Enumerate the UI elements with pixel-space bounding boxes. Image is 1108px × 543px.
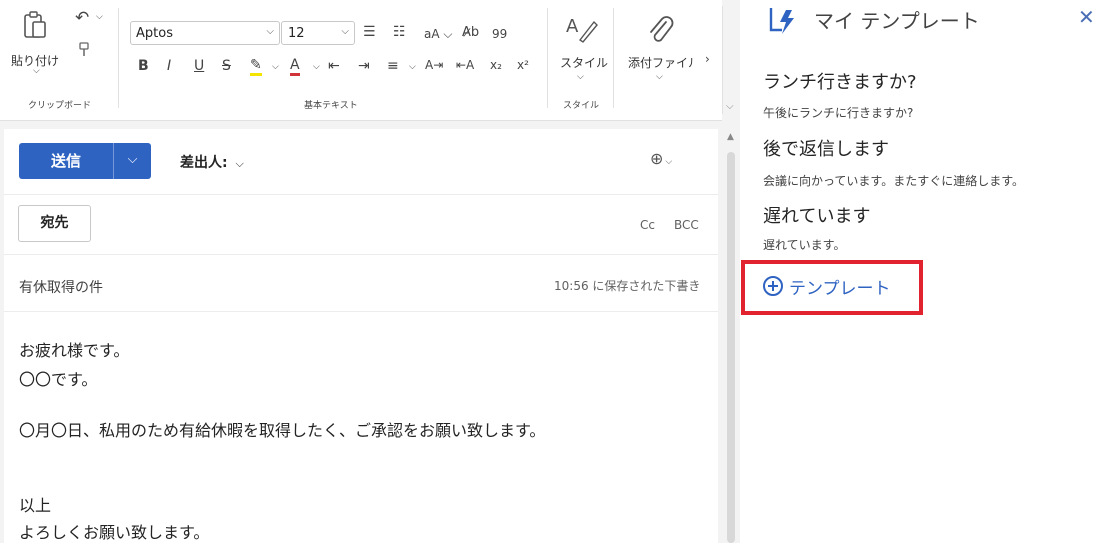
ribbon-scrollbar[interactable]: ⌵ bbox=[722, 6, 738, 114]
basic-text-group-label: 基本テキスト bbox=[304, 101, 358, 111]
align-icon[interactable]: ≡ bbox=[387, 58, 399, 74]
send-button[interactable]: 送信 bbox=[19, 143, 113, 179]
chevron-down-icon: ⌵ bbox=[665, 157, 673, 167]
font-size-select[interactable]: 12 ⌵ bbox=[281, 21, 355, 45]
from-label: 差出人: bbox=[180, 155, 228, 171]
message-body-line[interactable]: よろしくお願い致します。 bbox=[19, 519, 209, 543]
ribbon-separator bbox=[547, 8, 548, 108]
font-size-value: 12 bbox=[288, 26, 305, 41]
chevron-down-icon: ⌵ bbox=[341, 26, 349, 37]
compose-panel bbox=[4, 129, 718, 543]
highlight-annotation-box bbox=[741, 260, 923, 315]
zoom-button[interactable]: ⊕ ⌵ bbox=[650, 149, 672, 168]
chevron-down-icon: ⌵ bbox=[235, 157, 244, 170]
superscript-icon[interactable]: x² bbox=[517, 58, 529, 72]
subject-field[interactable]: 有休取得の件 bbox=[19, 277, 103, 297]
bcc-button[interactable]: BCC bbox=[674, 218, 699, 232]
bold-icon[interactable]: B bbox=[138, 58, 149, 74]
message-body-line[interactable]: 〇〇です。 bbox=[19, 366, 97, 390]
format-painter-icon[interactable] bbox=[78, 42, 90, 58]
ribbon-more-icon[interactable]: › bbox=[705, 52, 710, 66]
send-options-chevron-icon[interactable]: ⌵ bbox=[113, 143, 151, 179]
styles-chevron-icon[interactable]: ⌵ bbox=[577, 72, 584, 82]
svg-text:A: A bbox=[566, 16, 579, 37]
quote-count-label[interactable]: 99 bbox=[492, 27, 507, 41]
styles-button-label[interactable]: スタイル bbox=[560, 54, 608, 71]
scroll-up-icon[interactable]: ▲ bbox=[727, 132, 734, 142]
templates-lightning-icon bbox=[769, 8, 794, 34]
paperclip-icon[interactable] bbox=[645, 14, 675, 46]
ribbon-collapse-icon[interactable]: ⌵ bbox=[726, 101, 734, 112]
zoom-icon: ⊕ bbox=[650, 149, 664, 168]
divider bbox=[4, 194, 718, 195]
align-chevron-icon[interactable]: ⌵ bbox=[409, 62, 416, 72]
close-icon[interactable]: ✕ bbox=[1078, 5, 1095, 29]
ltr-icon[interactable]: A⇥ bbox=[425, 58, 443, 72]
draft-saved-status: 10:56 に保存された下書き bbox=[554, 279, 701, 293]
from-selector[interactable]: 差出人: ⌵ bbox=[180, 152, 244, 172]
ribbon-separator bbox=[613, 8, 614, 108]
font-name-select[interactable]: Aptos ⌵ bbox=[130, 21, 280, 45]
clipboard-group-label: クリップボード bbox=[28, 101, 92, 111]
font-color-icon[interactable]: A bbox=[290, 58, 300, 76]
attach-chevron-icon[interactable]: ⌵ bbox=[656, 72, 663, 82]
template-item-body[interactable]: 会議に向かっています。またすぐに連絡します。 bbox=[763, 172, 1024, 189]
font-color-chevron-icon[interactable]: ⌵ bbox=[313, 62, 320, 72]
template-item-title[interactable]: ランチ行きますか? bbox=[763, 68, 917, 94]
undo-icon[interactable]: ↶ bbox=[75, 8, 89, 28]
scrollbar-thumb[interactable] bbox=[727, 152, 735, 543]
cc-button[interactable]: Cc bbox=[640, 218, 655, 232]
undo-chevron-icon[interactable]: ⌵ bbox=[96, 12, 103, 22]
template-item-title[interactable]: 遅れています bbox=[763, 202, 870, 228]
increase-indent-icon[interactable]: ⇥ bbox=[358, 58, 370, 74]
outlook-compose-window: 貼り付け ⌵ ↶ ⌵ クリップボード Aptos ⌵ 12 ⌵ ☰ ☷ aA ⌵… bbox=[0, 0, 1108, 543]
strikethrough-icon[interactable]: S bbox=[222, 58, 231, 74]
numbered-list-icon[interactable]: ☷ bbox=[393, 24, 406, 40]
styles-group-label: スタイル bbox=[563, 101, 600, 111]
paste-chevron-icon[interactable]: ⌵ bbox=[33, 66, 40, 76]
to-button[interactable]: 宛先 bbox=[18, 205, 91, 242]
paste-icon[interactable] bbox=[22, 10, 48, 40]
template-item-body[interactable]: 遅れています。 bbox=[763, 236, 845, 253]
message-body-line[interactable]: 以上 bbox=[19, 492, 51, 516]
ribbon-separator bbox=[118, 8, 119, 108]
italic-icon[interactable]: I bbox=[167, 58, 171, 74]
ribbon: 貼り付け ⌵ ↶ ⌵ クリップボード Aptos ⌵ 12 ⌵ ☰ ☷ aA ⌵… bbox=[0, 0, 722, 121]
chevron-down-icon: ⌵ bbox=[266, 26, 274, 37]
underline-icon[interactable]: U bbox=[194, 58, 204, 74]
spelling-icon[interactable]: A̷b bbox=[462, 25, 479, 40]
subscript-icon[interactable]: x₂ bbox=[490, 58, 502, 72]
divider bbox=[4, 254, 718, 255]
highlight-icon[interactable]: ✎ bbox=[250, 58, 262, 76]
compose-scrollbar[interactable]: ▲ bbox=[727, 128, 735, 543]
bullet-list-icon[interactable]: ☰ bbox=[363, 24, 376, 40]
highlight-chevron-icon[interactable]: ⌵ bbox=[272, 62, 279, 72]
font-name-value: Aptos bbox=[136, 26, 173, 41]
message-body-line[interactable]: 〇月〇日、私用のため有給休暇を取得したく、ご承認をお願い致します。 bbox=[19, 417, 545, 441]
attach-file-label[interactable]: 添付ファイル bbox=[628, 54, 694, 71]
template-item-body[interactable]: 午後にランチに行きますか? bbox=[763, 104, 913, 121]
styles-icon[interactable]: A bbox=[564, 12, 598, 44]
message-body-line[interactable]: お疲れ様です。 bbox=[19, 337, 129, 361]
divider bbox=[4, 311, 718, 312]
change-case-icon[interactable]: aA ⌵ bbox=[424, 27, 452, 42]
pane-title: マイ テンプレート bbox=[814, 9, 980, 33]
rtl-icon[interactable]: ⇤A bbox=[456, 58, 474, 72]
template-item-title[interactable]: 後で返信します bbox=[763, 135, 889, 161]
decrease-indent-icon[interactable]: ⇤ bbox=[328, 58, 340, 74]
